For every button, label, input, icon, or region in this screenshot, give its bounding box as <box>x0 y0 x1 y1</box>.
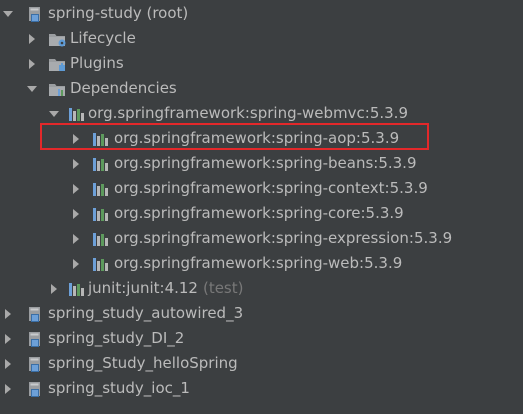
library-bars-icon <box>92 130 110 148</box>
tree-label-module: spring_study_ioc_1 <box>48 379 190 397</box>
tree-label-module: spring_study_DI_2 <box>48 329 185 347</box>
library-bars-icon <box>68 105 86 123</box>
tree-row-dependency[interactable]: org.springframework:spring-context:5.3.9 <box>0 176 523 201</box>
tree-label-dependency: org.springframework:spring-beans:5.3.9 <box>114 154 417 172</box>
tree-label-dependency: org.springframework:spring-web:5.3.9 <box>114 254 403 272</box>
tree-label-webmvc: org.springframework:spring-webmvc:5.3.9 <box>88 104 408 122</box>
library-bars-icon <box>92 205 110 223</box>
tree-row-module[interactable]: spring_Study_helloSpring <box>0 351 523 376</box>
tree-row-junit[interactable]: junit:junit:4.12 (test) <box>0 276 523 301</box>
project-tree: spring-study (root) Lifecycle Plugins De… <box>0 0 523 414</box>
tree-row-dependencies[interactable]: Dependencies <box>0 76 523 101</box>
triangle-down-icon[interactable] <box>26 76 38 101</box>
lifecycle-folder-icon <box>48 30 66 48</box>
tree-row-dependency[interactable]: org.springframework:spring-expression:5.… <box>0 226 523 251</box>
triangle-right-icon[interactable] <box>70 151 82 176</box>
tree-row-webmvc[interactable]: org.springframework:spring-webmvc:5.3.9 <box>0 101 523 126</box>
tree-label-dependency: org.springframework:spring-context:5.3.9 <box>114 179 428 197</box>
maven-module-icon <box>26 5 44 23</box>
tree-row-dependency[interactable]: org.springframework:spring-core:5.3.9 <box>0 201 523 226</box>
triangle-down-icon[interactable] <box>48 101 60 126</box>
triangle-right-icon[interactable] <box>2 351 14 376</box>
scope-label: (test) <box>202 279 244 297</box>
triangle-right-icon[interactable] <box>26 26 38 51</box>
tree-label-module: spring_Study_helloSpring <box>48 354 238 372</box>
maven-module-icon <box>26 330 44 348</box>
tree-label-dependency: org.springframework:spring-expression:5.… <box>114 229 453 247</box>
triangle-right-icon[interactable] <box>70 176 82 201</box>
tree-row-lifecycle[interactable]: Lifecycle <box>0 26 523 51</box>
maven-module-icon <box>26 305 44 323</box>
tree-label-module: spring_study_autowired_3 <box>48 304 244 322</box>
tree-label-junit: junit:junit:4.12 <box>88 279 198 297</box>
triangle-right-icon[interactable] <box>2 376 14 401</box>
triangle-right-icon[interactable] <box>26 51 38 76</box>
triangle-right-icon[interactable] <box>70 126 82 151</box>
maven-module-icon <box>26 380 44 398</box>
tree-row-dependency[interactable]: org.springframework:spring-web:5.3.9 <box>0 251 523 276</box>
library-bars-icon <box>92 255 110 273</box>
library-bars-icon <box>92 155 110 173</box>
tree-label-dependency: org.springframework:spring-core:5.3.9 <box>114 204 404 222</box>
tree-row-dependency[interactable]: org.springframework:spring-beans:5.3.9 <box>0 151 523 176</box>
triangle-right-icon[interactable] <box>70 201 82 226</box>
triangle-down-icon[interactable] <box>2 1 14 26</box>
triangle-right-icon[interactable] <box>70 226 82 251</box>
tree-label-plugins: Plugins <box>70 54 124 72</box>
tree-row-module[interactable]: spring_study_DI_2 <box>0 326 523 351</box>
tree-label-dependency: org.springframework:spring-aop:5.3.9 <box>114 129 400 147</box>
triangle-right-icon[interactable] <box>48 276 60 301</box>
tree-row-dependency[interactable]: org.springframework:spring-aop:5.3.9 <box>0 126 523 151</box>
triangle-right-icon[interactable] <box>2 301 14 326</box>
tree-label-lifecycle: Lifecycle <box>70 29 136 47</box>
triangle-right-icon[interactable] <box>70 251 82 276</box>
library-bars-icon <box>92 230 110 248</box>
tree-label-root: spring-study (root) <box>48 4 189 22</box>
dependencies-folder-icon <box>48 80 66 98</box>
tree-label-dependencies: Dependencies <box>70 79 177 97</box>
tree-row-root[interactable]: spring-study (root) <box>0 1 523 26</box>
library-bars-icon <box>68 280 86 298</box>
plugins-folder-icon <box>48 55 66 73</box>
tree-row-module[interactable]: spring_study_ioc_1 <box>0 376 523 401</box>
tree-row-module[interactable]: spring_study_autowired_3 <box>0 301 523 326</box>
triangle-right-icon[interactable] <box>2 326 14 351</box>
tree-row-plugins[interactable]: Plugins <box>0 51 523 76</box>
maven-module-icon <box>26 355 44 373</box>
library-bars-icon <box>92 180 110 198</box>
